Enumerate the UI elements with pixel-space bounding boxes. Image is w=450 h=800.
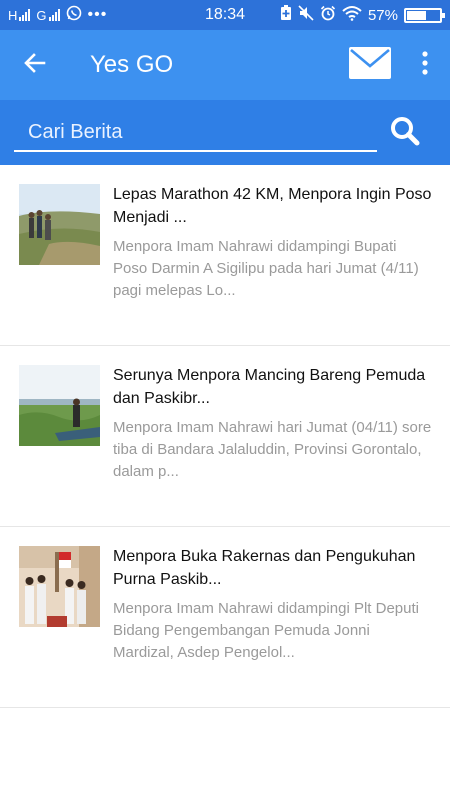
signal-icon <box>19 9 31 21</box>
whatsapp-icon <box>66 5 82 25</box>
search-bar <box>0 100 450 165</box>
mute-icon <box>298 5 314 25</box>
battery-saver-icon <box>280 5 292 25</box>
carrier-1: H <box>8 7 31 23</box>
news-thumbnail <box>19 184 100 265</box>
status-right: 57% <box>280 5 445 25</box>
network-type-label: G <box>36 7 47 23</box>
news-title: Menpora Buka Rakernas dan Pengukuhan Pur… <box>113 548 416 588</box>
news-thumbnail <box>19 365 100 446</box>
app-title: Yes GO <box>90 51 174 78</box>
battery-icon <box>404 7 445 23</box>
news-item[interactable]: Serunya Menpora Mancing Bareng Pemuda da… <box>0 346 450 527</box>
search-icon <box>390 116 420 151</box>
wifi-icon <box>342 5 362 25</box>
signal-icon <box>48 9 60 21</box>
mail-button[interactable] <box>340 30 400 100</box>
back-button[interactable] <box>0 30 70 100</box>
news-item[interactable]: Menpora Buka Rakernas dan Pengukuhan Pur… <box>0 527 450 708</box>
news-excerpt: Menpora Imam Nahrawi hari Jumat (04/11) … <box>113 419 432 480</box>
search-input[interactable] <box>14 114 377 152</box>
carrier-2: G <box>36 7 60 23</box>
more-vert-icon <box>421 50 429 80</box>
back-arrow-icon <box>23 51 47 80</box>
search-button[interactable] <box>384 112 426 154</box>
battery-percent: 57% <box>367 6 398 24</box>
news-thumbnail <box>19 546 100 627</box>
status-left: H G ••• <box>8 5 107 25</box>
news-title: Serunya Menpora Mancing Bareng Pemuda da… <box>113 367 426 407</box>
app-bar: Yes GO <box>0 30 450 100</box>
alarm-icon <box>320 5 336 25</box>
news-list: Lepas Marathon 42 KM, Menpora Ingin Poso… <box>0 165 450 708</box>
more-options-button[interactable] <box>410 30 440 100</box>
status-bar: H G ••• 18:34 57% <box>0 0 450 30</box>
network-type-label: H <box>8 7 18 23</box>
news-excerpt: Menpora Imam Nahrawi didampingi Bupati P… <box>113 238 419 299</box>
news-title: Lepas Marathon 42 KM, Menpora Ingin Poso… <box>113 186 432 226</box>
news-item[interactable]: Lepas Marathon 42 KM, Menpora Ingin Poso… <box>0 165 450 346</box>
news-excerpt: Menpora Imam Nahrawi didampingi Plt Depu… <box>113 600 419 661</box>
mail-icon <box>349 46 391 84</box>
more-notifications-icon: ••• <box>87 6 108 23</box>
